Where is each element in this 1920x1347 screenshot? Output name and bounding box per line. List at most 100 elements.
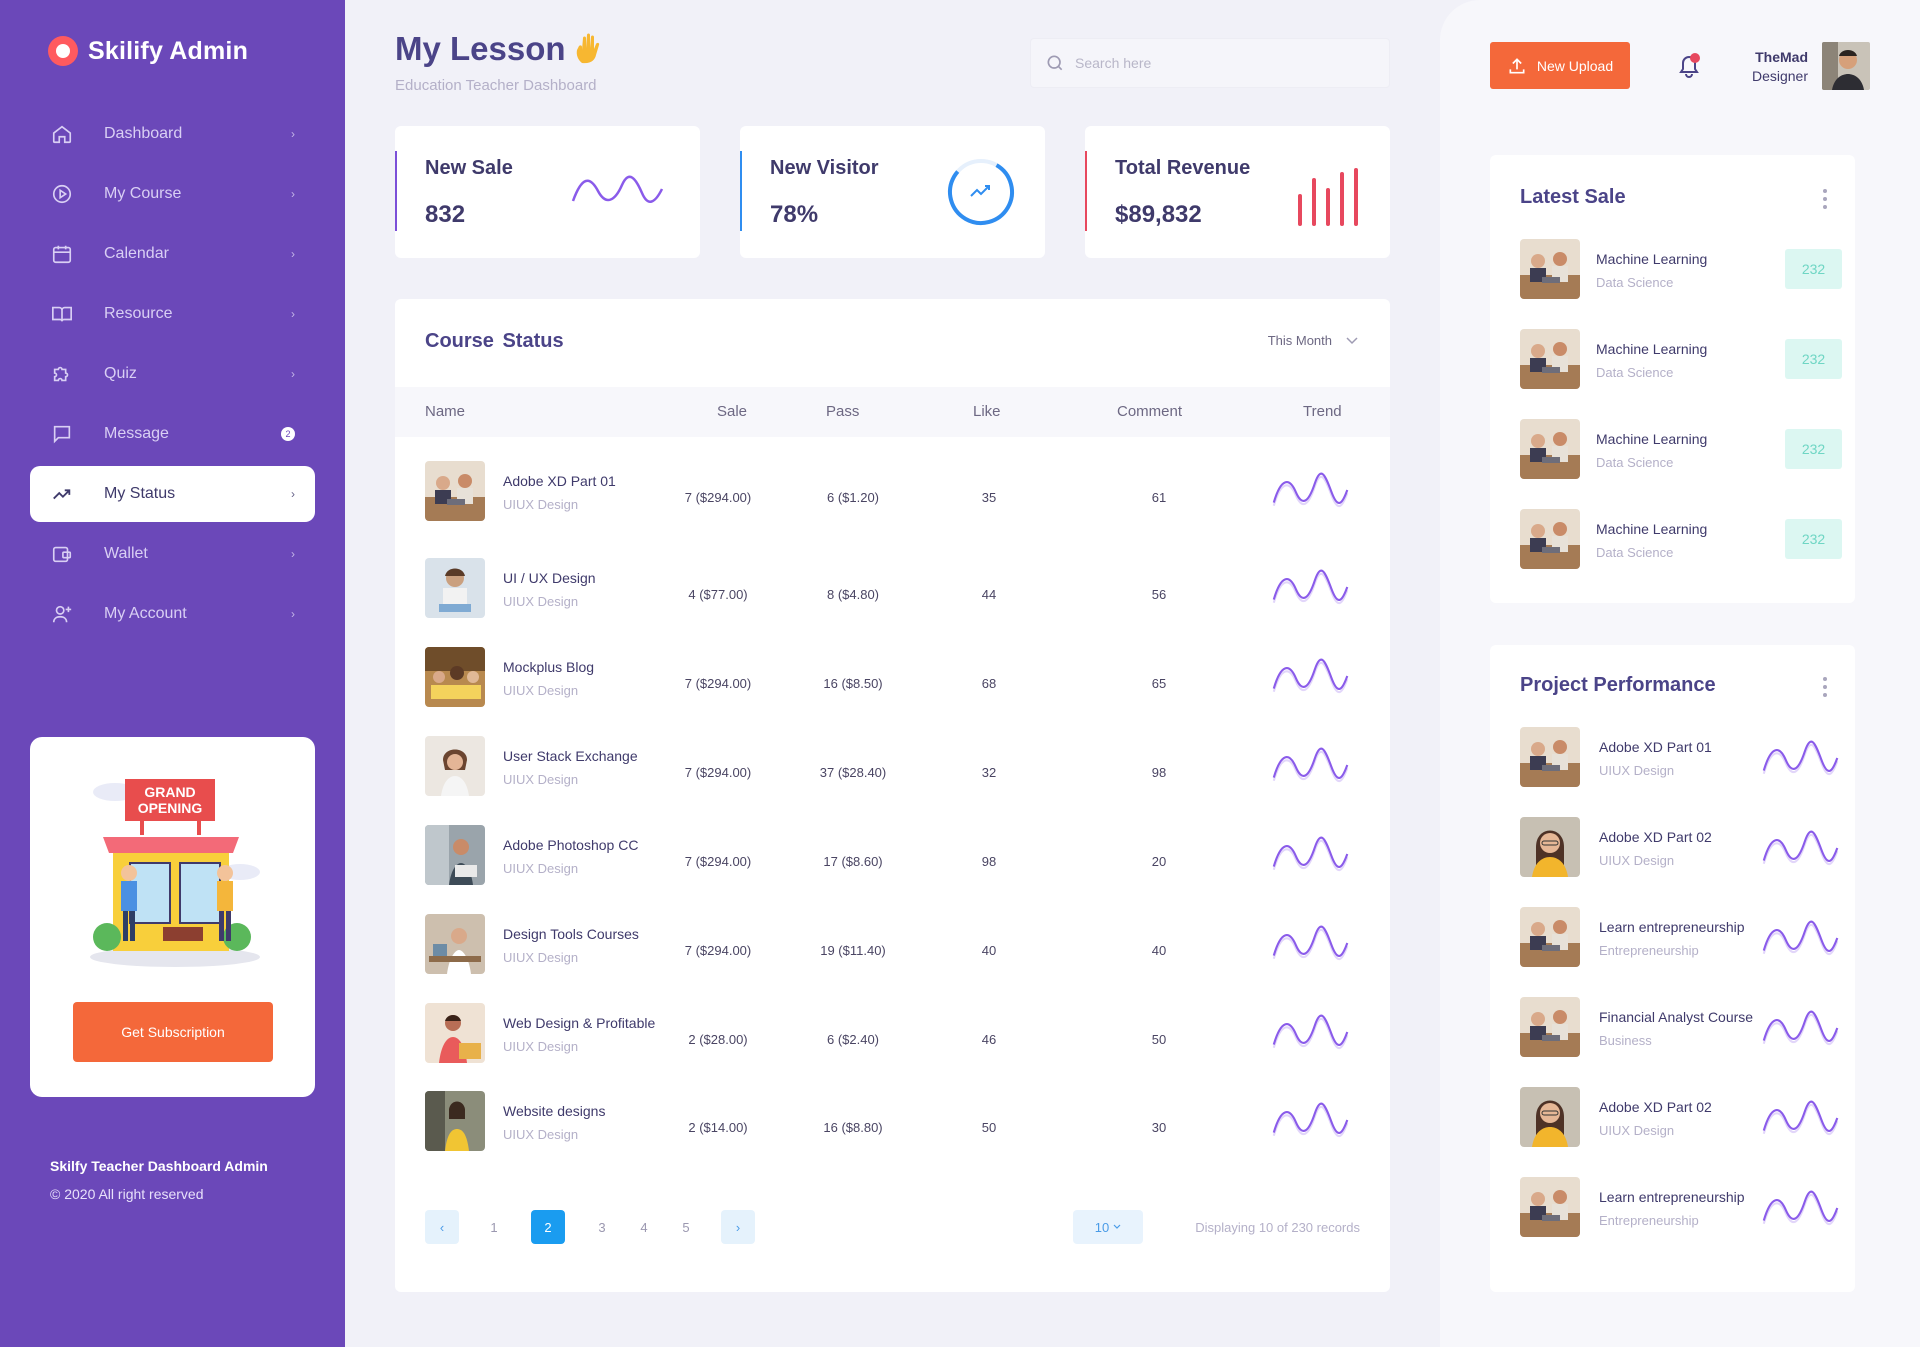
page-title-text: My Lesson <box>395 30 566 67</box>
trend-sparkline-icon <box>1272 1014 1349 1050</box>
course-thumbnail <box>1520 329 1580 389</box>
user-photo <box>1822 42 1870 90</box>
course-thumbnail <box>425 736 485 796</box>
list-item[interactable]: Financial Analyst Course Business <box>1520 997 1840 1057</box>
per-page-value: 10 <box>1094 1219 1110 1235</box>
period-filter-dropdown[interactable]: This Month <box>1268 333 1358 348</box>
cell-sale: 7 ($294.00) <box>684 854 752 869</box>
get-subscription-button[interactable]: Get Subscription <box>73 1002 273 1062</box>
sale-sparkline-icon <box>571 175 664 203</box>
course-thumbnail <box>425 914 485 974</box>
search-box[interactable] <box>1030 38 1390 88</box>
page-button[interactable]: 3 <box>585 1210 619 1244</box>
new-upload-button[interactable]: New Upload <box>1490 42 1630 89</box>
table-row[interactable]: User Stack Exchange UIUX Design 7 ($294.00… <box>395 726 1390 798</box>
sidebar-item-my-account[interactable]: My Account › <box>30 586 315 642</box>
upload-icon <box>1509 57 1525 73</box>
cell-comment: 40 <box>1151 943 1167 958</box>
course-category: UIUX Design <box>503 1127 579 1142</box>
user-avatar[interactable] <box>1822 42 1870 90</box>
page-button[interactable]: 1 <box>477 1210 511 1244</box>
sidebar-item-calendar[interactable]: Calendar › <box>30 226 315 282</box>
stat-title: New Visitor <box>770 157 879 179</box>
wallet-icon <box>50 542 74 566</box>
item-category: UIUX Design <box>1599 1123 1675 1138</box>
sidebar-item-quiz[interactable]: Quiz › <box>30 346 315 402</box>
item-category: Data Science <box>1596 365 1674 380</box>
sidebar-item-my-status[interactable]: My Status › <box>30 466 315 522</box>
item-name: Learn entrepreneurship <box>1599 1189 1745 1205</box>
table-row[interactable]: Adobe Photoshop CC UIUX Design 7 ($294.00)… <box>395 815 1390 887</box>
search-input[interactable] <box>1075 55 1355 71</box>
cell-pass: 16 ($8.80) <box>823 1120 883 1135</box>
course-category: UIUX Design <box>503 497 579 512</box>
list-item[interactable]: Adobe XD Part 02 UIUX Design <box>1520 817 1840 877</box>
course-thumbnail <box>425 461 485 521</box>
cell-like: 68 <box>981 676 997 691</box>
page-button[interactable]: 4 <box>627 1210 661 1244</box>
course-name: Adobe Photoshop CC <box>503 837 639 853</box>
course-category: UIUX Design <box>503 861 579 876</box>
sidebar-item-dashboard[interactable]: Dashboard › <box>30 106 315 162</box>
cell-like: 50 <box>981 1120 997 1135</box>
trend-cell <box>1760 1187 1840 1234</box>
course-thumbnail <box>425 647 485 707</box>
course-category: UIUX Design <box>503 1039 579 1054</box>
course-thumbnail <box>1520 509 1580 569</box>
brand-logo[interactable]: Skilify Admin <box>48 36 248 66</box>
column-header-name[interactable]: Name <box>425 403 465 420</box>
table-row[interactable]: UI / UX Design UIUX Design 4 ($77.00) 8 ($4… <box>395 548 1390 620</box>
notification-bell-icon[interactable] <box>1675 52 1703 80</box>
sidebar-item-resource[interactable]: Resource › <box>30 286 315 342</box>
list-item[interactable]: Machine Learning Data Science 232 <box>1520 419 1842 479</box>
list-item[interactable]: Adobe XD Part 02 UIUX Design <box>1520 1087 1840 1147</box>
course-thumbnail <box>425 1003 485 1063</box>
column-header-trend[interactable]: Trend <box>1303 403 1342 420</box>
column-header-comment[interactable]: Comment <box>1117 403 1182 420</box>
table-row[interactable]: Adobe XD Part 01 UIUX Design 7 ($294.00) 6 … <box>395 451 1390 523</box>
list-item[interactable]: Learn entrepreneurship Entrepreneurship <box>1520 907 1840 967</box>
column-header-sale[interactable]: Sale <box>717 403 747 420</box>
cell-like: 46 <box>981 1032 997 1047</box>
chevron-right-icon: › <box>291 487 295 501</box>
user-name[interactable]: TheMad <box>1755 49 1808 65</box>
list-item[interactable]: Adobe XD Part 01 UIUX Design <box>1520 727 1840 787</box>
search-icon <box>1047 55 1063 71</box>
sidebar-item-wallet[interactable]: Wallet › <box>30 526 315 582</box>
course-thumbnail <box>425 825 485 885</box>
course-name: User Stack Exchange <box>503 748 638 764</box>
sidebar-item-message[interactable]: Message 2 <box>30 406 315 462</box>
cell-sale: 7 ($294.00) <box>684 490 752 505</box>
list-item[interactable]: Machine Learning Data Science 232 <box>1520 239 1842 299</box>
course-category: UIUX Design <box>503 594 579 609</box>
column-header-pass[interactable]: Pass <box>826 403 859 420</box>
more-options-icon[interactable] <box>1823 677 1827 697</box>
more-options-icon[interactable] <box>1823 189 1827 209</box>
list-item[interactable]: Learn entrepreneurship Entrepreneurship <box>1520 1177 1840 1237</box>
per-page-select[interactable]: 10 <box>1073 1210 1143 1244</box>
cell-comment: 56 <box>1151 587 1167 602</box>
list-item[interactable]: Machine Learning Data Science 232 <box>1520 329 1842 389</box>
course-name: Web Design & Profitable <box>503 1015 656 1031</box>
item-name: Financial Analyst Course <box>1599 1009 1754 1025</box>
next-page-button[interactable]: › <box>721 1210 755 1244</box>
trend-cell <box>1270 1099 1350 1144</box>
table-row[interactable]: Web Design & Profitable UIUX Design 2 ($28… <box>395 993 1390 1065</box>
sidebar-item-my-course[interactable]: My Course › <box>30 166 315 222</box>
prev-page-button[interactable]: ‹ <box>425 1210 459 1244</box>
list-item[interactable]: Machine Learning Data Science 232 <box>1520 509 1842 569</box>
column-header-like[interactable]: Like <box>973 403 1001 420</box>
trend-sparkline-icon <box>1762 1100 1839 1136</box>
table-row[interactable]: Design Tools Courses UIUX Design 7 ($294.0… <box>395 904 1390 976</box>
trend-cell <box>1760 917 1840 964</box>
cell-like: 40 <box>981 943 997 958</box>
item-name: Machine Learning <box>1596 521 1708 537</box>
sign-line-1: GRAND <box>144 784 195 800</box>
cell-like: 98 <box>981 854 997 869</box>
table-row[interactable]: Mockplus Blog UIUX Design 7 ($294.00) 16 ($… <box>395 637 1390 709</box>
table-row[interactable]: Website designs UIUX Design 2 ($14.00) 16 (… <box>395 1081 1390 1153</box>
item-name: Machine Learning <box>1596 251 1708 267</box>
course-name: Design Tools Courses <box>503 926 639 942</box>
page-button-current[interactable]: 2 <box>531 1210 565 1244</box>
page-button[interactable]: 5 <box>669 1210 703 1244</box>
